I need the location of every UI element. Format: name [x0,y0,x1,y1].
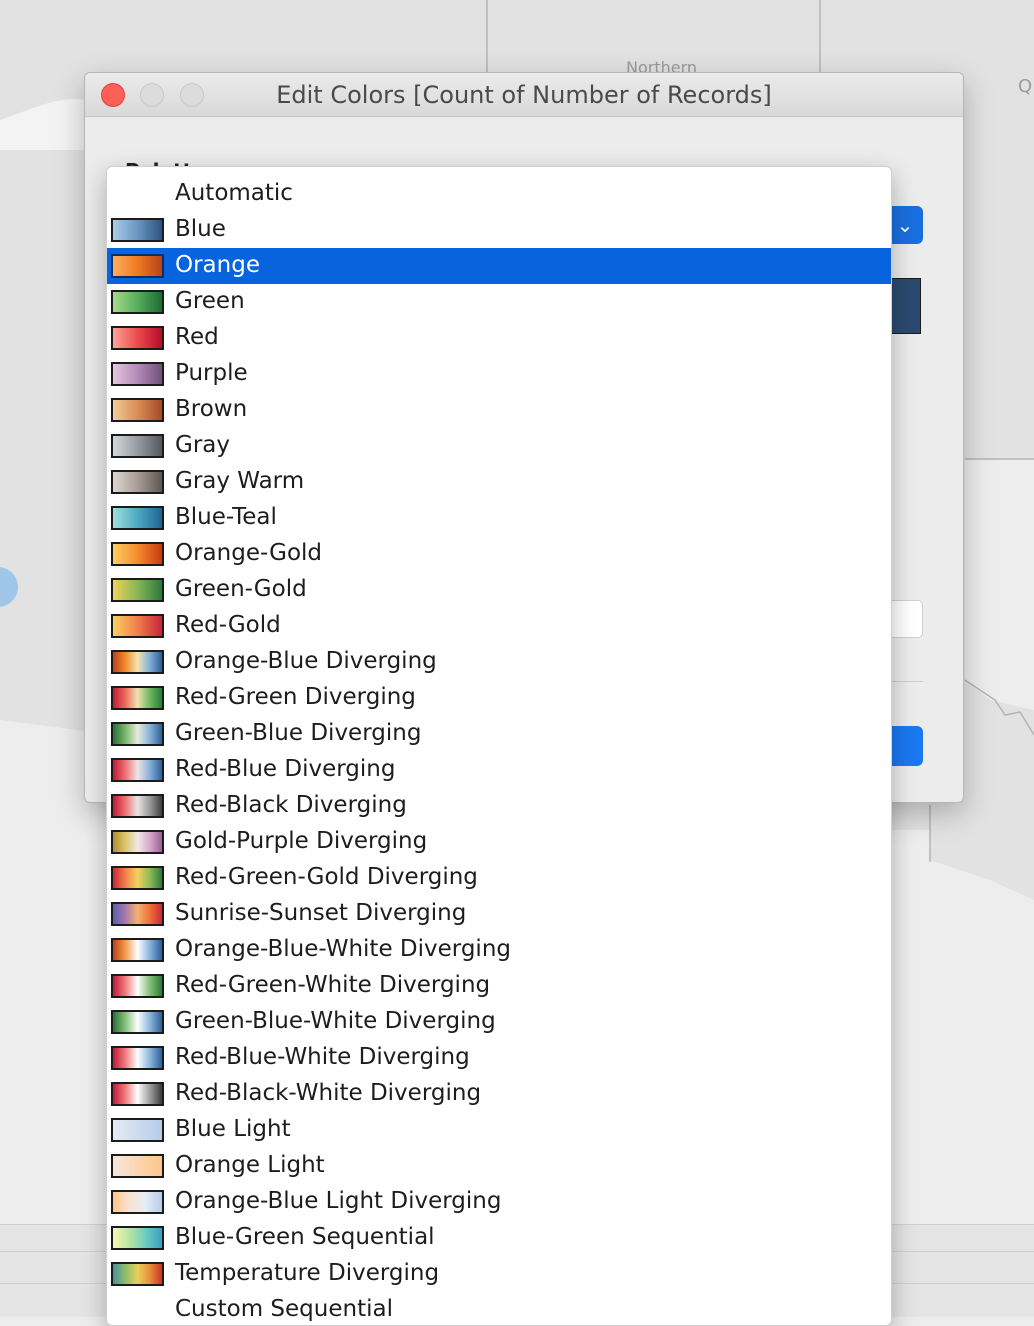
palette-option[interactable]: Gray [107,428,891,464]
palette-swatch-icon [111,218,164,242]
palette-option-label: Red-Black-White Diverging [175,1080,482,1106]
palette-option[interactable]: Brown [107,392,891,428]
palette-swatch-icon [111,1262,164,1286]
palette-option[interactable]: Red-Green-Gold Diverging [107,860,891,896]
palette-option[interactable]: Gray Warm [107,464,891,500]
palette-option-label: Green-Blue-White Diverging [175,1008,496,1034]
palette-option[interactable]: Orange-Blue Light Diverging [107,1184,891,1220]
palette-option-label: Red-Blue Diverging [175,756,396,782]
palette-swatch-icon [111,254,164,278]
palette-swatch-icon [111,398,164,422]
palette-option-label: Orange Light [175,1152,325,1178]
palette-option-label: Gray [175,432,230,458]
palette-dropdown-menu[interactable]: Automatic Blue Orange Green Red Purple Brown Gr… [106,166,892,1326]
palette-option-label: Blue [175,216,226,242]
palette-swatch-icon [111,614,164,638]
palette-swatch-icon [111,506,164,530]
palette-option-label: Green-Blue Diverging [175,720,422,746]
palette-option-label: Blue-Teal [175,504,277,530]
dialog-titlebar[interactable]: Edit Colors [Count of Number of Records] [85,73,963,117]
palette-option-label: Red-Green Diverging [175,684,416,710]
palette-option[interactable]: Orange Light [107,1148,891,1184]
palette-option-label: Orange-Blue Diverging [175,648,437,674]
palette-swatch-icon [111,650,164,674]
palette-swatch-icon [111,578,164,602]
palette-option[interactable]: Red-Black Diverging [107,788,891,824]
palette-option[interactable]: Red-Green-White Diverging [107,968,891,1004]
palette-swatch-icon [111,362,164,386]
palette-option-label: Orange [175,252,260,278]
palette-option-label: Blue Light [175,1116,291,1142]
dialog-title: Edit Colors [Count of Number of Records] [276,81,772,109]
palette-option[interactable]: Blue-Green Sequential [107,1220,891,1256]
palette-option-label: Custom Sequential [175,1296,393,1322]
palette-swatch-icon [111,290,164,314]
palette-option-label: Temperature Diverging [175,1260,440,1286]
palette-option[interactable]: Blue Light [107,1112,891,1148]
palette-swatch-icon [111,1046,164,1070]
palette-swatch-icon [111,974,164,998]
map-edge-label: Q [1018,76,1033,97]
palette-option-label: Orange-Gold [175,540,323,566]
palette-option-label: Red-Gold [175,612,281,638]
palette-swatch-icon [111,1010,164,1034]
palette-option[interactable]: Orange-Gold [107,536,891,572]
palette-swatch-icon [111,1190,164,1214]
palette-option-label: Red-Green-White Diverging [175,972,491,998]
palette-option[interactable]: Green [107,284,891,320]
palette-swatch-icon [111,722,164,746]
palette-option[interactable]: Orange-Blue-White Diverging [107,932,891,968]
palette-swatch-icon [111,830,164,854]
palette-swatch-icon [111,866,164,890]
palette-swatch-icon [111,938,164,962]
palette-option[interactable]: Red-Blue Diverging [107,752,891,788]
palette-option-label: Purple [175,360,248,386]
palette-option-label: Orange-Blue-White Diverging [175,936,511,962]
palette-option-label: Gray Warm [175,468,305,494]
palette-option-label: Green [175,288,245,314]
palette-swatch-icon [111,326,164,350]
palette-option[interactable]: Orange-Blue Diverging [107,644,891,680]
palette-swatch-icon [111,470,164,494]
palette-option[interactable]: Automatic [107,176,891,212]
palette-swatch-icon [111,1226,164,1250]
palette-option[interactable]: Green-Blue Diverging [107,716,891,752]
palette-option-label: Automatic [175,180,293,206]
palette-swatch-icon [111,1082,164,1106]
palette-swatch-icon [111,1118,164,1142]
palette-option-label: Brown [175,396,248,422]
palette-option[interactable]: Red-Black-White Diverging [107,1076,891,1112]
palette-option[interactable]: Sunrise-Sunset Diverging [107,896,891,932]
palette-option[interactable]: Custom Sequential [107,1292,891,1325]
palette-option[interactable]: Orange [107,248,891,284]
palette-option[interactable]: Purple [107,356,891,392]
palette-option-label: Red-Blue-White Diverging [175,1044,470,1070]
palette-option[interactable]: Temperature Diverging [107,1256,891,1292]
palette-option[interactable]: Red-Green Diverging [107,680,891,716]
palette-option[interactable]: Blue-Teal [107,500,891,536]
palette-swatch-icon [111,758,164,782]
palette-option[interactable]: Red [107,320,891,356]
palette-option-label: Blue-Green Sequential [175,1224,435,1250]
palette-swatch-icon [111,902,164,926]
palette-option-label: Red-Black Diverging [175,792,407,818]
palette-option[interactable]: Blue [107,212,891,248]
palette-swatch-icon [111,1154,164,1178]
palette-select-chevron-icon[interactable]: ⌄ [887,206,923,244]
palette-option[interactable]: Red-Blue-White Diverging [107,1040,891,1076]
palette-swatch-icon [111,434,164,458]
palette-option-label: Sunrise-Sunset Diverging [175,900,467,926]
palette-option[interactable]: Gold-Purple Diverging [107,824,891,860]
palette-option[interactable]: Red-Gold [107,608,891,644]
palette-option[interactable]: Green-Gold [107,572,891,608]
palette-option-label: Red-Green-Gold Diverging [175,864,478,890]
palette-option-label: Gold-Purple Diverging [175,828,428,854]
palette-option-label: Orange-Blue Light Diverging [175,1188,502,1214]
palette-option[interactable]: Green-Blue-White Diverging [107,1004,891,1040]
palette-option-label: Red [175,324,219,350]
palette-swatch-icon [111,794,164,818]
palette-swatch-icon [111,542,164,566]
palette-option-label: Green-Gold [175,576,307,602]
palette-swatch-icon [111,686,164,710]
